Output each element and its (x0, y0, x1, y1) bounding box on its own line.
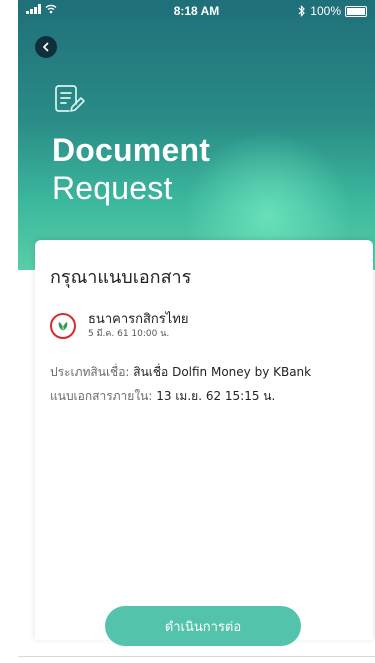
kbank-logo-icon (50, 312, 76, 339)
kbank-leaf-icon (58, 321, 68, 331)
back-button[interactable] (35, 36, 57, 58)
chevron-left-icon (43, 42, 49, 52)
battery-icon (345, 5, 367, 17)
page-title-bold: Document (52, 132, 211, 168)
bank-row: ธนาคารกสิกรไทย 5 มี.ค. 61 10:00 น. (50, 312, 188, 339)
loan-type-line: ประเภทสินเชื่อ: สินเชื่อ Dolfin Money by… (50, 363, 311, 382)
loan-type-label: ประเภทสินเชื่อ: (50, 365, 130, 379)
attach-within-line: แนบเอกสารภายใน: 13 เม.ย. 62 15:15 น. (50, 387, 275, 406)
bluetooth-icon (298, 5, 306, 17)
left-gutter (0, 0, 18, 663)
card-heading: กรุณาแนบเอกสาร (50, 267, 192, 288)
attach-within-value: 13 เม.ย. 62 15:15 น. (156, 389, 276, 403)
status-bar: 8:18 AM 100% (18, 0, 375, 22)
page-title-light: Request (52, 170, 173, 206)
bank-name: ธนาคารกสิกรไทย (88, 312, 189, 327)
document-edit-icon (55, 85, 85, 112)
bottom-divider (18, 656, 375, 657)
bank-text: ธนาคารกสิกรไทย 5 มี.ค. 61 10:00 น. (88, 312, 188, 339)
document-request-screen: 8:18 AM 100% Document Request กรุณาแนบเอ… (0, 0, 375, 663)
battery-fill (347, 7, 365, 15)
document-card: กรุณาแนบเอกสาร ธนาคารกสิกรไทย 5 มี.ค. 61… (35, 240, 373, 640)
loan-type-value: สินเชื่อ Dolfin Money by KBank (133, 365, 312, 379)
attach-within-label: แนบเอกสารภายใน: (50, 389, 153, 403)
status-right: 100% (298, 4, 367, 18)
continue-button[interactable]: ดำเนินการต่อ (105, 606, 301, 646)
bank-date: 5 มี.ค. 61 10:00 น. (88, 328, 170, 339)
battery-percent: 100% (310, 4, 341, 18)
